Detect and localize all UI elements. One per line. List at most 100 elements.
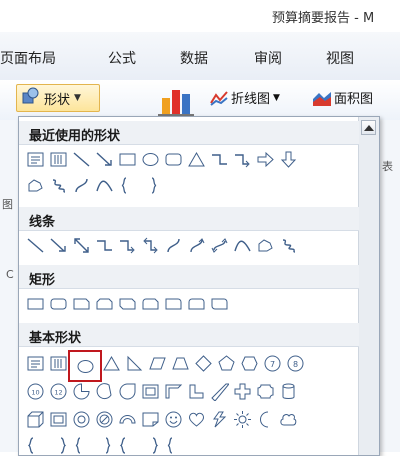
round-diagonal-rectangle-icon[interactable] bbox=[209, 293, 230, 314]
rounded-rectangle-icon[interactable] bbox=[48, 293, 69, 314]
arrow-line-icon[interactable] bbox=[94, 149, 115, 170]
round-single-corner-rectangle-icon[interactable] bbox=[163, 293, 184, 314]
diamond-icon[interactable] bbox=[193, 353, 214, 374]
heart-icon[interactable] bbox=[186, 409, 207, 430]
elbow-arrow-connector-icon[interactable] bbox=[232, 149, 253, 170]
freeform-icon[interactable] bbox=[255, 235, 276, 256]
round-same-side-rectangle-icon[interactable] bbox=[186, 293, 207, 314]
curved-double-arrow-connector-icon[interactable] bbox=[209, 235, 230, 256]
arrow-line-icon[interactable] bbox=[48, 235, 69, 256]
snip-round-rectangle-icon[interactable] bbox=[140, 293, 161, 314]
smiley-face-icon[interactable] bbox=[163, 409, 184, 430]
moon-icon[interactable] bbox=[255, 409, 276, 430]
line-icon[interactable] bbox=[25, 235, 46, 256]
can-icon[interactable] bbox=[278, 381, 299, 402]
cross-icon[interactable] bbox=[232, 381, 253, 402]
parallelogram-icon[interactable] bbox=[147, 353, 168, 374]
window-title: 预算摘要报告 - M bbox=[272, 11, 375, 26]
elbow-arrow-connector-icon[interactable] bbox=[117, 235, 138, 256]
scribble-icon[interactable] bbox=[48, 175, 69, 196]
lightning-bolt-icon[interactable] bbox=[209, 409, 230, 430]
area-chart-button[interactable]: 面积图 bbox=[313, 88, 373, 107]
arc-icon[interactable] bbox=[232, 235, 253, 256]
oval-icon[interactable] bbox=[68, 350, 102, 382]
right-brace-icon[interactable] bbox=[94, 435, 115, 456]
bevel-icon[interactable] bbox=[48, 409, 69, 430]
gallery-scrollbar[interactable] bbox=[358, 117, 379, 455]
text-box-icon[interactable] bbox=[25, 353, 46, 374]
basic-shapes-row bbox=[25, 409, 299, 430]
freeform-icon[interactable] bbox=[25, 175, 46, 196]
left-bracket-icon[interactable] bbox=[117, 435, 138, 456]
shapes-gallery-panel: 最近使用的形状 线条 矩形 基本形状 78 10 12 bbox=[18, 116, 380, 456]
arc-icon[interactable] bbox=[94, 175, 115, 196]
hexagon-icon[interactable] bbox=[239, 353, 260, 374]
snip-single-corner-rectangle-icon[interactable] bbox=[71, 293, 92, 314]
scribble-icon[interactable] bbox=[278, 235, 299, 256]
plaque-icon[interactable] bbox=[255, 381, 276, 402]
curved-connector-icon[interactable] bbox=[71, 175, 92, 196]
left-bracket-icon[interactable] bbox=[25, 435, 46, 456]
teardrop-icon[interactable] bbox=[117, 381, 138, 402]
down-arrow-icon[interactable] bbox=[278, 149, 299, 170]
rectangle-icon[interactable] bbox=[25, 293, 46, 314]
triangle-icon[interactable] bbox=[186, 149, 207, 170]
cloud-icon[interactable] bbox=[278, 409, 299, 430]
frame-icon[interactable] bbox=[140, 381, 161, 402]
rectangle-icon[interactable] bbox=[117, 149, 138, 170]
no-symbol-icon[interactable] bbox=[94, 409, 115, 430]
oval-icon[interactable] bbox=[140, 149, 161, 170]
block-arc-icon[interactable] bbox=[117, 409, 138, 430]
donut-icon[interactable] bbox=[71, 409, 92, 430]
triangle-icon[interactable] bbox=[101, 353, 122, 374]
snip-diagonal-rectangle-icon[interactable] bbox=[117, 293, 138, 314]
tab-page-layout[interactable]: 页面布局 bbox=[0, 48, 56, 68]
scroll-up-arrow-icon[interactable] bbox=[361, 120, 376, 135]
right-brace-icon[interactable] bbox=[140, 175, 161, 196]
elbow-connector-icon[interactable] bbox=[94, 235, 115, 256]
elbow-connector-icon[interactable] bbox=[209, 149, 230, 170]
trapezoid-icon[interactable] bbox=[170, 353, 191, 374]
l-shape-icon[interactable] bbox=[186, 381, 207, 402]
tab-review[interactable]: 审阅 bbox=[254, 48, 282, 68]
pentagon-icon[interactable] bbox=[216, 353, 237, 374]
curved-connector-icon[interactable] bbox=[163, 235, 184, 256]
double-arrow-line-icon[interactable] bbox=[71, 235, 92, 256]
decagon-icon[interactable]: 10 bbox=[25, 381, 46, 402]
sun-icon[interactable] bbox=[232, 409, 253, 430]
vertical-text-box-icon[interactable] bbox=[48, 353, 69, 374]
tab-data[interactable]: 数据 bbox=[180, 48, 208, 68]
shapes-button[interactable]: 形状 ▼ bbox=[16, 84, 100, 112]
line-chart-button[interactable]: 折线图 ▼ bbox=[210, 88, 280, 107]
chord-icon[interactable] bbox=[94, 381, 115, 402]
tab-view[interactable]: 视图 bbox=[326, 48, 354, 68]
pie-icon[interactable] bbox=[71, 381, 92, 402]
octagon-icon[interactable]: 8 bbox=[285, 353, 306, 374]
snip-same-side-rectangle-icon[interactable] bbox=[94, 293, 115, 314]
svg-text:12: 12 bbox=[54, 389, 62, 397]
right-bracket-icon[interactable] bbox=[140, 435, 161, 456]
area-chart-label: 面积图 bbox=[334, 92, 374, 107]
column-chart-icon[interactable] bbox=[158, 86, 200, 116]
bg-cutoff-char: C bbox=[6, 268, 14, 281]
vertical-text-box-icon[interactable] bbox=[48, 149, 69, 170]
left-brace-icon[interactable] bbox=[117, 175, 138, 196]
diagonal-stripe-icon[interactable] bbox=[209, 381, 230, 402]
text-box-icon[interactable] bbox=[25, 149, 46, 170]
left-brace-icon[interactable] bbox=[71, 435, 92, 456]
right-triangle-icon[interactable] bbox=[124, 353, 145, 374]
line-icon[interactable] bbox=[71, 149, 92, 170]
cube-icon[interactable] bbox=[25, 409, 46, 430]
tab-formulas[interactable]: 公式 bbox=[108, 48, 136, 68]
right-arrow-icon[interactable] bbox=[255, 149, 276, 170]
heptagon-icon[interactable]: 7 bbox=[262, 353, 283, 374]
folded-corner-icon[interactable] bbox=[140, 409, 161, 430]
line-chart-icon bbox=[210, 90, 228, 106]
rounded-rectangle-icon[interactable] bbox=[163, 149, 184, 170]
half-frame-icon[interactable] bbox=[163, 381, 184, 402]
right-bracket-icon[interactable] bbox=[48, 435, 69, 456]
elbow-double-arrow-connector-icon[interactable] bbox=[140, 235, 161, 256]
curved-arrow-connector-icon[interactable] bbox=[186, 235, 207, 256]
left-brace-icon[interactable] bbox=[163, 435, 184, 456]
dodecagon-icon[interactable]: 12 bbox=[48, 381, 69, 402]
